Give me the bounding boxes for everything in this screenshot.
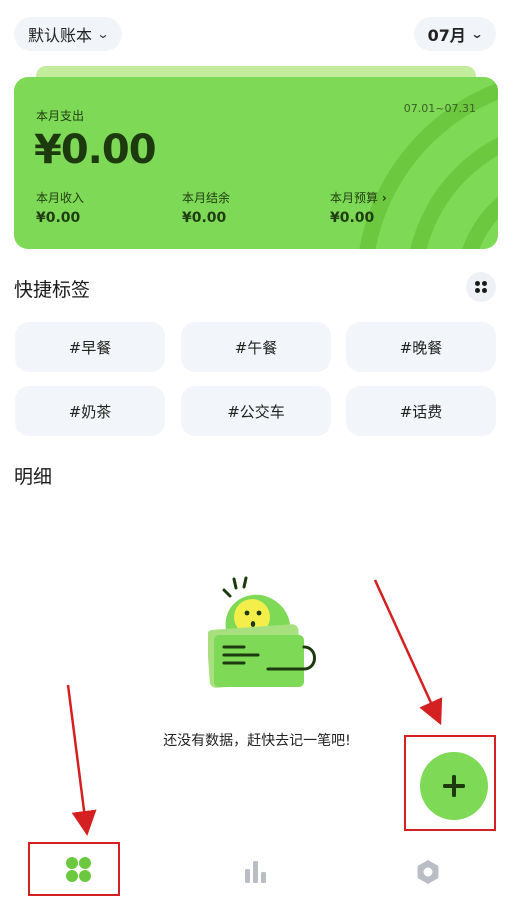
balance-label: 本月结余	[182, 191, 231, 205]
month-label: 07月	[427, 26, 466, 45]
ledger-label: 默认账本	[28, 26, 93, 45]
summary-card[interactable]: 本月支出 07.01~07.31 ¥0.00 本月收入 ¥0.00 本月结余 ¥…	[14, 77, 498, 249]
tags-menu-button[interactable]	[466, 272, 496, 302]
quick-tag[interactable]: #奶茶	[15, 386, 165, 436]
balance-value: ¥0.00	[182, 210, 227, 226]
app-screen: 默认账本 ⌄ 07月 ⌄ 本月支出 07.01~07.31 ¥0.00 本月收入…	[0, 0, 514, 900]
quick-tag[interactable]: #话费	[346, 386, 496, 436]
bar-chart-icon[interactable]	[243, 859, 269, 885]
budget-link[interactable]: 本月预算 ›	[330, 189, 387, 206]
grid-dot	[482, 281, 487, 286]
quick-tags-title: 快捷标签	[14, 279, 91, 301]
quick-tag[interactable]: #晚餐	[346, 322, 496, 372]
quick-tag[interactable]: #公交车	[181, 386, 331, 436]
income-value: ¥0.00	[36, 210, 81, 226]
date-range: 07.01~07.31	[403, 102, 476, 115]
income-label: 本月收入	[36, 191, 85, 205]
details-title: 明细	[14, 466, 53, 488]
hexagon-icon[interactable]	[414, 858, 442, 886]
chevron-down-icon: ⌄	[470, 27, 484, 41]
arrow-to-add-button	[373, 579, 443, 726]
budget-label: 本月预算	[330, 191, 379, 205]
chevron-right-icon: ›	[381, 191, 387, 205]
arrow-to-home-tab	[66, 684, 97, 836]
grid-dot	[475, 288, 480, 293]
grid-dot	[482, 288, 487, 293]
chevron-down-icon: ⌄	[96, 27, 110, 41]
budget-value: ¥0.00	[330, 210, 375, 226]
grid-dots-icon	[475, 281, 480, 286]
expense-value: ¥0.00	[34, 127, 157, 173]
ledger-selector[interactable]: 默认账本 ⌄	[14, 17, 123, 51]
expense-label: 本月支出	[36, 109, 85, 123]
month-selector[interactable]: 07月 ⌄	[413, 17, 496, 51]
empty-wallet-illustration	[208, 576, 316, 688]
four-dots-icon[interactable]	[64, 855, 94, 885]
quick-tag[interactable]: #午餐	[181, 322, 331, 372]
quick-tag[interactable]: #早餐	[15, 322, 165, 372]
plus-icon	[443, 775, 465, 797]
